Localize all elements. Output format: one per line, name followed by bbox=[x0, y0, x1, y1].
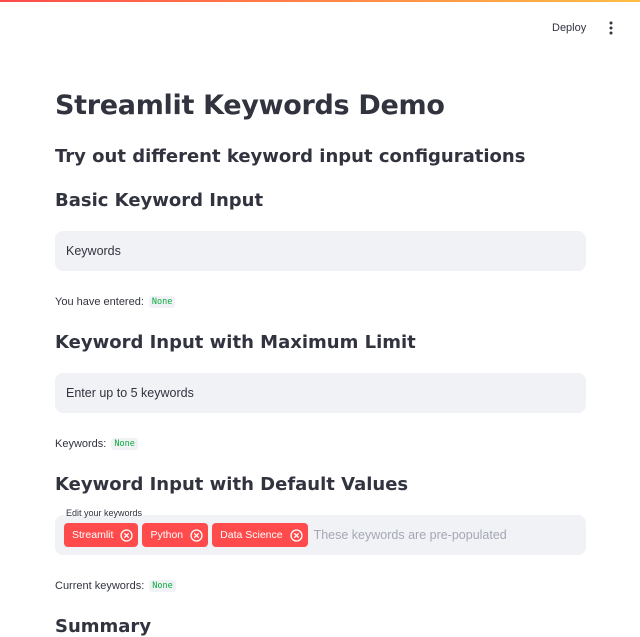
max-limit-keyword-input[interactable]: Enter up to 5 keywords bbox=[55, 373, 586, 413]
defaults-keyword-placeholder: These keywords are pre-populated bbox=[313, 528, 507, 542]
keyword-tag: Streamlit bbox=[64, 523, 139, 547]
max-limit-keyword-placeholder: Enter up to 5 keywords bbox=[66, 386, 194, 400]
remove-tag-icon[interactable] bbox=[289, 528, 303, 542]
defaults-section-heading: Keyword Input with Default Values bbox=[55, 474, 409, 495]
remove-tag-icon[interactable] bbox=[120, 528, 134, 542]
summary-section-heading: Summary bbox=[55, 616, 152, 637]
max-limit-status-line: Keywords: None bbox=[55, 438, 138, 450]
defaults-status-label: Current keywords: bbox=[55, 580, 145, 592]
keyword-tag: Python bbox=[142, 523, 209, 547]
basic-keyword-placeholder: Keywords bbox=[66, 244, 121, 258]
basic-status-value: None bbox=[148, 296, 176, 308]
page-title: Streamlit Keywords Demo bbox=[55, 90, 445, 121]
max-limit-status-value: None bbox=[111, 438, 138, 450]
deploy-button[interactable]: Deploy bbox=[548, 19, 590, 37]
basic-status-label: You have entered: bbox=[55, 296, 144, 308]
defaults-status-line: Current keywords: None bbox=[55, 580, 176, 592]
basic-section-heading: Basic Keyword Input bbox=[55, 190, 264, 211]
max-limit-section-heading: Keyword Input with Maximum Limit bbox=[55, 332, 416, 353]
keyword-tag-label: Data Science bbox=[220, 529, 283, 541]
defaults-keyword-input[interactable]: Streamlit Python Data Science These keyw… bbox=[55, 515, 586, 555]
page-subtitle: Try out different keyword input configur… bbox=[55, 146, 526, 167]
remove-tag-icon[interactable] bbox=[190, 528, 203, 542]
defaults-status-value: None bbox=[149, 580, 176, 592]
app-header: Deploy bbox=[0, 0, 640, 56]
keyword-tag-label: Python bbox=[150, 529, 184, 541]
keyword-tag: Data Science bbox=[212, 523, 308, 547]
basic-keyword-input[interactable]: Keywords bbox=[55, 231, 586, 271]
max-limit-status-label: Keywords: bbox=[55, 438, 107, 450]
defaults-field-label: Edit your keywords bbox=[66, 508, 143, 518]
vertical-ellipsis-icon[interactable] bbox=[606, 20, 616, 36]
basic-status-line: You have entered: None bbox=[55, 296, 176, 308]
keyword-tag-label: Streamlit bbox=[72, 529, 114, 541]
